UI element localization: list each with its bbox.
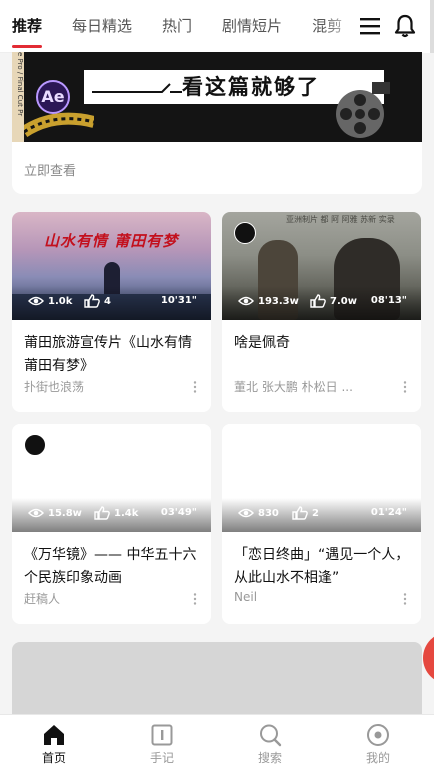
video-author[interactable]: 赶稿人 [24,590,174,607]
video-duration: 10'31" [160,295,197,306]
more-options-icon[interactable] [193,593,197,605]
video-title[interactable]: 啥是佩奇 [234,332,410,355]
video-duration: 03'49" [160,507,197,518]
video-duration: 01'24" [370,507,407,518]
views-stat: 193.3w [238,294,299,308]
banner-card[interactable]: e Pro / Final Cut Pr 看这篇就够了 Ae 立即查看 [12,52,422,194]
view-now-link[interactable]: 立即查看 [24,160,76,179]
like-count: 1.4k [114,507,139,519]
more-options-icon[interactable] [403,381,407,393]
tab-recommend[interactable]: 推荐 [12,0,43,53]
view-count: 193.3w [258,295,299,307]
view-count: 830 [258,507,279,519]
video-title[interactable]: 莆田旅游宣传片《山水有情 莆田有梦》 [24,332,200,378]
nav-label: 搜索 [257,751,282,765]
thumbs-up-icon [94,506,110,520]
banner-headline: 看这篇就够了 [182,75,320,99]
likes-stat: 7.0w [310,294,357,308]
banner-side-text: e Pro / Final Cut Pr [12,52,24,142]
nav-search[interactable]: 搜索 [216,715,324,772]
video-stats: 830 2 01'24" [222,506,421,522]
like-count: 2 [312,507,319,519]
search-icon [260,724,282,747]
nav-notes[interactable]: 手记 [108,715,216,772]
video-stats: 193.3w 7.0w 08'13" [222,294,421,310]
nav-profile[interactable]: 我的 [324,715,432,772]
view-count: 1.0k [48,295,73,307]
edge-shadow [430,0,434,53]
video-card[interactable]: 山水有情 莆田有梦 1.0k 4 10'31" 莆田旅游宣传片《山水有情 莆田有… [12,212,211,412]
nav-label: 首页 [41,751,66,765]
tab-daily-picks[interactable]: 每日精选 [72,0,132,53]
arrow-icon [92,83,182,93]
views-stat: 15.8w [28,506,82,520]
video-stats: 1.0k 4 10'31" [12,294,211,310]
menu-icon[interactable] [358,14,382,38]
video-author[interactable]: 扑街也浪荡 [24,378,174,395]
view-count: 15.8w [48,507,82,519]
video-author[interactable]: 董北 张大鹏 朴松日 ... [234,378,384,395]
more-options-icon[interactable] [403,593,407,605]
top-bar: 推荐 每日精选 热门 剧情短片 混剪 [0,0,434,53]
likes-stat: 1.4k [94,506,138,520]
video-card[interactable]: 830 2 01'24" 「恋日终曲」“遇见一个人，从此山水不相逢” Neil [222,424,421,624]
more-options-icon[interactable] [193,381,197,393]
like-count: 7.0w [330,295,357,307]
tab-story-shorts[interactable]: 剧情短片 [222,0,282,53]
views-stat: 830 [238,506,279,520]
eye-icon [238,508,254,518]
nav-label: 手记 [149,751,174,765]
thumbs-up-icon [292,506,308,520]
channel-avatar[interactable] [234,222,256,244]
video-thumbnail[interactable]: 15.8w 1.4k 03'49" [12,424,211,532]
eye-icon [28,508,44,518]
loading-card[interactable] [12,642,422,722]
after-effects-logo: Ae [36,80,70,114]
banner-image[interactable]: e Pro / Final Cut Pr 看这篇就够了 Ae [12,52,422,142]
views-stat: 1.0k [28,294,72,308]
video-thumbnail[interactable]: 亚洲制片 都 阿 阿雅 苏新 实录 193.3w 7.0w 08'13" [222,212,421,320]
nav-label: 我的 [365,751,390,765]
video-stats: 15.8w 1.4k 03'49" [12,506,211,522]
bottom-nav: 首页 手记 搜索 我的 [0,714,434,772]
video-title[interactable]: 《万华镜》—— 中华五十六个民族印象动画 [24,544,200,590]
video-duration: 08'13" [370,295,407,306]
thumbnail-caption: 山水有情 莆田有梦 [44,232,179,250]
like-count: 4 [104,295,111,307]
video-card[interactable]: 15.8w 1.4k 03'49" 《万华镜》—— 中华五十六个民族印象动画 赶… [12,424,211,624]
thumbs-up-icon [84,294,100,308]
likes-stat: 2 [292,506,319,520]
video-thumbnail[interactable]: 830 2 01'24" [222,424,421,532]
eye-icon [238,296,254,306]
nav-home[interactable]: 首页 [0,715,108,772]
video-title[interactable]: 「恋日终曲」“遇见一个人，从此山水不相逢” [234,544,410,590]
likes-stat: 4 [84,294,111,308]
floating-action-button[interactable] [423,632,434,684]
eye-icon [28,296,44,306]
home-icon [44,725,64,745]
video-thumbnail[interactable]: 山水有情 莆田有梦 1.0k 4 10'31" [12,212,211,320]
video-card[interactable]: 亚洲制片 都 阿 阿雅 苏新 实录 193.3w 7.0w 08'13" 啥是佩… [222,212,421,412]
tab-popular[interactable]: 热门 [162,0,192,53]
profile-icon [367,724,389,746]
bell-icon[interactable] [392,13,418,39]
thumbnail-caption: 亚洲制片 都 阿 阿雅 苏新 实录 [286,215,395,224]
video-author[interactable]: Neil [234,590,384,604]
notebook-icon [151,724,173,746]
thumbs-up-icon [310,294,326,308]
film-reel-icon [336,82,390,138]
channel-avatar[interactable] [24,434,46,456]
